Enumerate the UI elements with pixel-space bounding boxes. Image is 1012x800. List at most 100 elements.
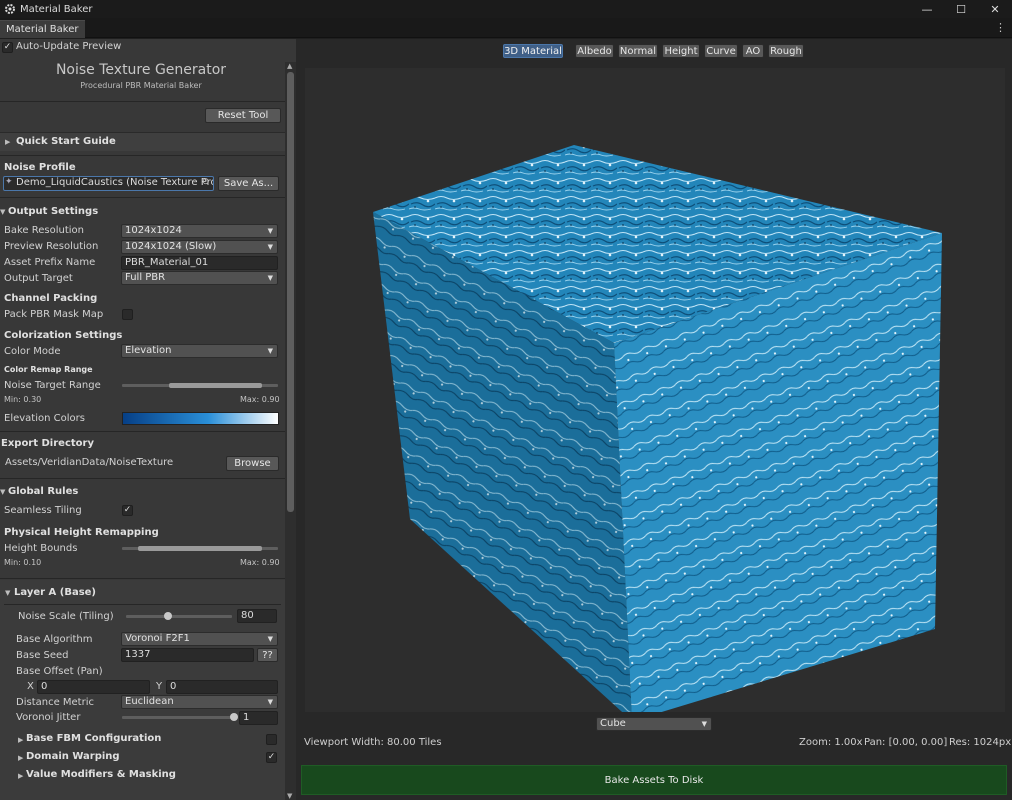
tab-curve[interactable]: Curve bbox=[704, 44, 738, 58]
bake-resolution-dropdown[interactable]: 1024x1024 ▼ bbox=[121, 224, 278, 238]
noise-target-max: Max: 0.90 bbox=[240, 395, 280, 404]
physical-height-heading: Physical Height Remapping bbox=[4, 527, 159, 538]
window-titlebar: Material Baker — ☐ ✕ bbox=[0, 0, 1012, 18]
resolution-text: Res: 1024px bbox=[949, 737, 1012, 748]
offset-y-input[interactable]: 0 bbox=[166, 680, 278, 694]
offset-y-label: Y bbox=[156, 681, 163, 692]
3d-viewport[interactable] bbox=[305, 68, 1005, 721]
chevron-down-icon: ▼ bbox=[267, 347, 273, 355]
browse-button[interactable]: Browse bbox=[226, 456, 279, 471]
minimize-icon[interactable]: — bbox=[910, 0, 944, 18]
domain-warping-checkbox[interactable]: ✓ bbox=[266, 752, 277, 763]
pan-text: Pan: [0.00, 0.00] bbox=[864, 737, 948, 748]
window-title: Material Baker bbox=[20, 3, 93, 15]
page-subtitle: Procedural PBR Material Baker bbox=[80, 81, 202, 90]
voronoi-jitter-knob[interactable] bbox=[230, 713, 238, 721]
quick-start-foldout[interactable]: ▶ Quick Start Guide bbox=[0, 132, 285, 151]
height-bounds-label: Height Bounds bbox=[4, 543, 78, 554]
elevation-gradient-field[interactable] bbox=[122, 412, 279, 425]
tab-rough[interactable]: Rough bbox=[768, 44, 804, 58]
preview-resolution-dropdown[interactable]: 1024x1024 (Slow) ▼ bbox=[121, 240, 278, 254]
chevron-down-icon: ▼ bbox=[267, 243, 273, 251]
noise-target-min: Min: 0.30 bbox=[4, 395, 42, 404]
divider bbox=[0, 101, 285, 102]
value-modifiers-foldout[interactable]: Value Modifiers & Masking bbox=[26, 769, 176, 780]
color-mode-dropdown[interactable]: Elevation ▼ bbox=[121, 344, 278, 358]
base-algorithm-dropdown[interactable]: Voronoi F2F1 ▼ bbox=[121, 632, 278, 646]
scroll-down-icon[interactable]: ▼ bbox=[287, 792, 292, 800]
distance-metric-dropdown[interactable]: Euclidean ▼ bbox=[121, 695, 278, 709]
noise-profile-field[interactable]: Demo_LiquidCaustics (Noise Texture Prof bbox=[3, 176, 214, 191]
tab-material-baker[interactable]: Material Baker bbox=[0, 20, 85, 38]
fbm-toggle-checkbox[interactable] bbox=[266, 734, 277, 745]
base-seed-input[interactable]: 1337 bbox=[121, 648, 254, 662]
reset-tool-button[interactable]: Reset Tool bbox=[205, 108, 281, 123]
foldout-arrow-down-icon: ▼ bbox=[0, 208, 6, 216]
divider bbox=[0, 197, 285, 198]
asset-prefix-label: Asset Prefix Name bbox=[4, 257, 96, 268]
save-as-button[interactable]: Save As... bbox=[218, 176, 279, 191]
foldout-arrow-down-icon: ▼ bbox=[5, 589, 11, 597]
close-icon[interactable]: ✕ bbox=[978, 0, 1012, 18]
output-target-dropdown[interactable]: Full PBR ▼ bbox=[121, 271, 278, 285]
distance-metric-label: Distance Metric bbox=[16, 697, 94, 708]
tab-height[interactable]: Height bbox=[662, 44, 700, 58]
tab-strip: Material Baker ⋮ bbox=[0, 18, 1012, 38]
divider bbox=[4, 604, 281, 605]
foldout-arrow-right-icon: ▶ bbox=[18, 772, 24, 780]
output-target-label: Output Target bbox=[4, 273, 73, 284]
foldout-arrow-down-icon: ▼ bbox=[0, 488, 6, 496]
fbm-config-foldout[interactable]: Base FBM Configuration bbox=[26, 733, 161, 744]
tab-ao[interactable]: AO bbox=[742, 44, 764, 58]
viewport-width-text: Viewport Width: 80.00 Tiles bbox=[304, 737, 442, 748]
preview-resolution-label: Preview Resolution bbox=[4, 241, 99, 252]
material-cube-preview bbox=[373, 145, 942, 721]
noise-target-range-fill[interactable] bbox=[168, 383, 263, 388]
height-bounds-min: Min: 0.10 bbox=[4, 558, 42, 567]
profile-value: Demo_LiquidCaustics (Noise Texture Prof bbox=[16, 177, 214, 188]
color-mode-label: Color Mode bbox=[4, 346, 61, 357]
noise-scale-input[interactable]: 80 bbox=[237, 609, 277, 623]
height-bounds-max: Max: 0.90 bbox=[240, 558, 280, 567]
base-offset-label: Base Offset (Pan) bbox=[16, 666, 103, 677]
page-title: Noise Texture Generator bbox=[55, 62, 227, 78]
scroll-up-icon[interactable]: ▲ bbox=[287, 62, 292, 70]
inspector-scrollbar[interactable]: ▲ ▼ bbox=[285, 62, 296, 800]
chevron-down-icon: ▼ bbox=[267, 227, 273, 235]
seamless-tiling-label: Seamless Tiling bbox=[4, 505, 82, 516]
bake-resolution-label: Bake Resolution bbox=[4, 225, 85, 236]
object-picker-icon[interactable]: ⊙ bbox=[202, 177, 210, 187]
layer-a-heading[interactable]: Layer A (Base) bbox=[14, 587, 96, 598]
noise-profile-heading: Noise Profile bbox=[4, 162, 76, 173]
random-seed-button[interactable]: ?? bbox=[257, 648, 278, 662]
noise-scale-track[interactable] bbox=[126, 615, 232, 618]
channel-packing-heading: Channel Packing bbox=[4, 293, 98, 304]
offset-x-input[interactable]: 0 bbox=[37, 680, 150, 694]
maximize-icon[interactable]: ☐ bbox=[944, 0, 978, 18]
seamless-tiling-checkbox[interactable]: ✓ bbox=[122, 505, 133, 516]
more-options-icon[interactable]: ⋮ bbox=[995, 21, 1006, 34]
scrollbar-thumb[interactable] bbox=[287, 72, 294, 512]
app-gear-icon bbox=[5, 4, 15, 14]
domain-warping-foldout[interactable]: Domain Warping bbox=[26, 751, 120, 762]
divider bbox=[0, 155, 285, 156]
tab-normal[interactable]: Normal bbox=[618, 44, 658, 58]
bake-assets-button[interactable]: Bake Assets To Disk bbox=[301, 765, 1007, 795]
height-bounds-fill[interactable] bbox=[137, 546, 263, 551]
output-settings-heading[interactable]: Output Settings bbox=[8, 206, 98, 217]
asset-prefix-input[interactable]: PBR_Material_01 bbox=[121, 256, 278, 270]
global-rules-heading[interactable]: Global Rules bbox=[8, 486, 78, 497]
tab-3d-material[interactable]: 3D Material bbox=[503, 44, 563, 58]
preview-shape-dropdown[interactable]: Cube ▼ bbox=[596, 717, 712, 731]
pack-mask-label: Pack PBR Mask Map bbox=[4, 309, 104, 320]
zoom-text: Zoom: 1.00x bbox=[799, 737, 863, 748]
base-algorithm-label: Base Algorithm bbox=[16, 634, 93, 645]
foldout-arrow-right-icon: ▶ bbox=[18, 754, 24, 762]
pack-mask-checkbox[interactable] bbox=[122, 309, 133, 320]
tab-albedo[interactable]: Albedo bbox=[575, 44, 614, 58]
auto-update-checkbox[interactable]: ✓ bbox=[2, 42, 13, 53]
voronoi-jitter-track[interactable] bbox=[122, 716, 234, 719]
chevron-down-icon: ▼ bbox=[267, 698, 273, 706]
voronoi-jitter-input[interactable]: 1 bbox=[239, 711, 278, 725]
auto-update-label: Auto-Update Preview bbox=[16, 41, 122, 52]
